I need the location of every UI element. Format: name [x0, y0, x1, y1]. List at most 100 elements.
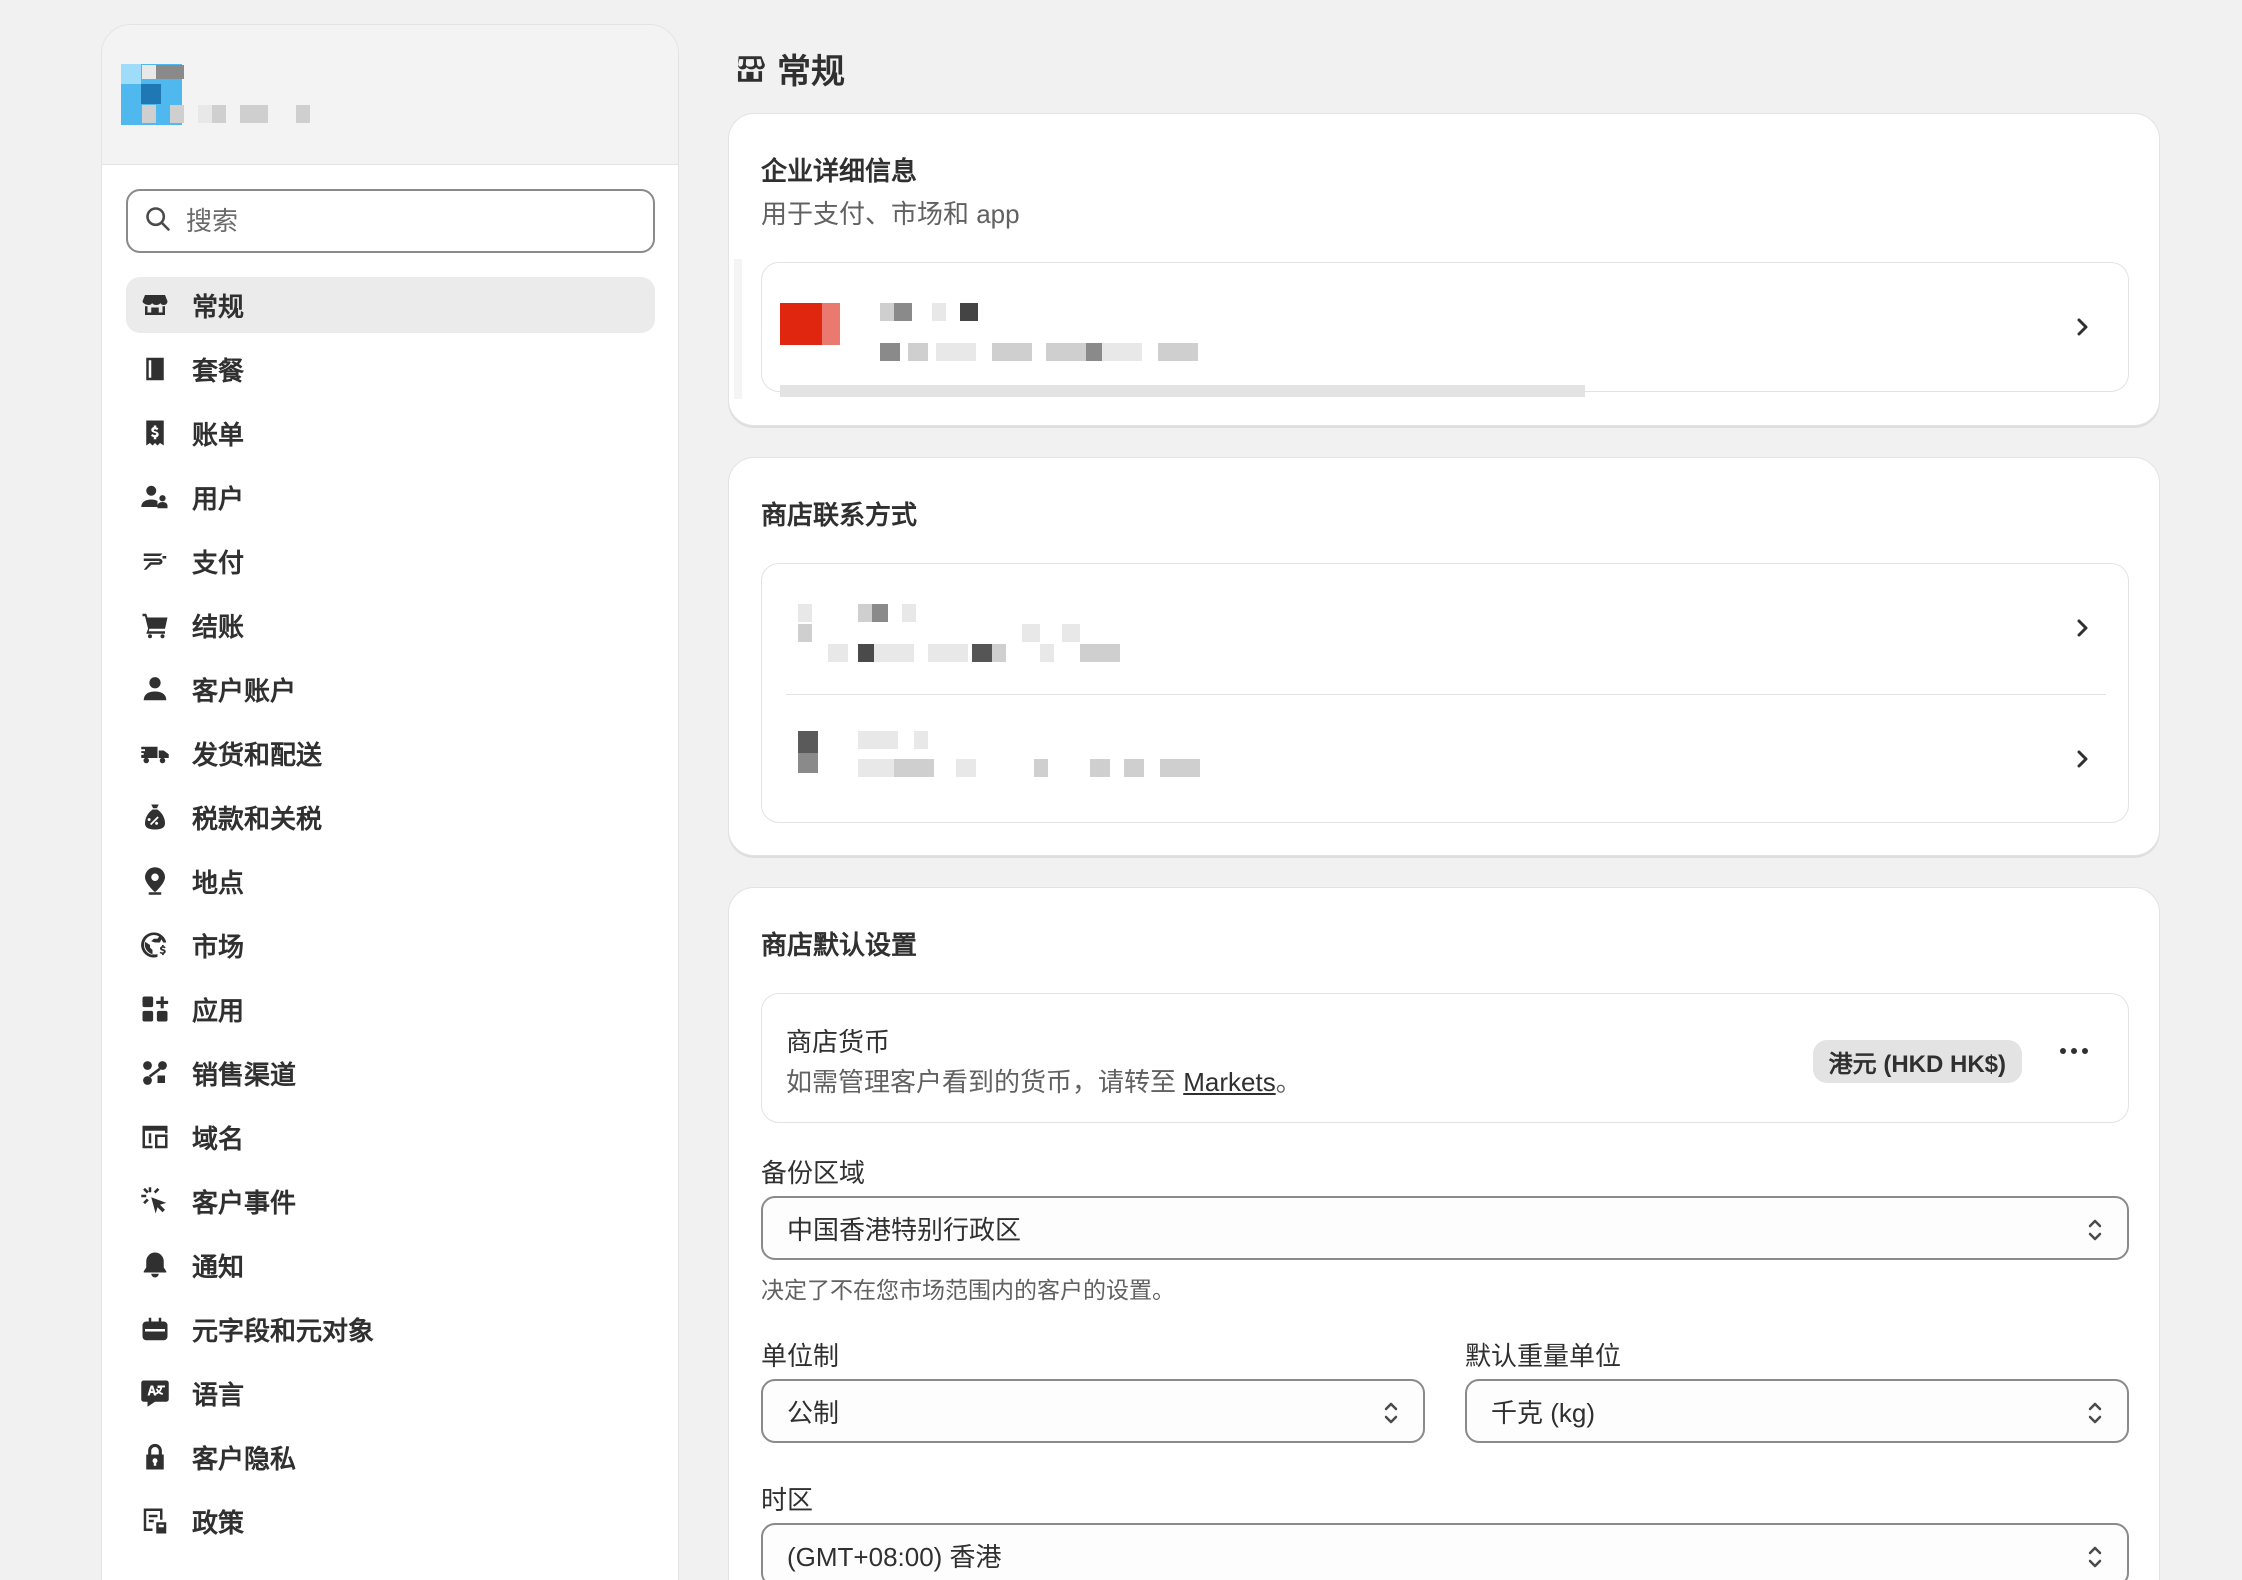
- store-header[interactable]: [102, 25, 678, 165]
- store-contact-title: 商店联系方式: [761, 500, 918, 530]
- weight-unit-label: 默认重量单位: [1465, 1341, 1622, 1371]
- domain-icon: [138, 1120, 172, 1154]
- sidebar-item-label: 通知: [192, 1251, 245, 1282]
- sidebar-item-sales-channels[interactable]: 销售渠道: [126, 1045, 655, 1101]
- sidebar-item-domains[interactable]: 域名: [126, 1109, 655, 1165]
- apps-grid-icon: [138, 992, 172, 1026]
- sidebar-item-checkout[interactable]: 结账: [126, 597, 655, 653]
- settings-search[interactable]: [126, 189, 655, 253]
- business-details-title: 企业详细信息: [761, 156, 918, 186]
- settings-sidebar: 常规 套餐 账单 用户 支付 结账 客户账户 发货和配送: [101, 24, 679, 1580]
- store-icon: [138, 288, 172, 322]
- sidebar-item-label: 语言: [192, 1379, 245, 1410]
- sidebar-item-markets[interactable]: 市场: [126, 917, 655, 973]
- unit-system-value: 公制: [787, 1397, 840, 1428]
- select-arrows-icon: [2085, 1216, 2105, 1244]
- location-pin-icon: [138, 864, 172, 898]
- unit-system-label: 单位制: [761, 1341, 840, 1371]
- sidebar-item-notifications[interactable]: 通知: [126, 1237, 655, 1293]
- backup-region-label: 备份区域: [761, 1158, 866, 1188]
- sidebar-item-users[interactable]: 用户: [126, 469, 655, 525]
- search-input[interactable]: [186, 205, 626, 237]
- sidebar-item-plan[interactable]: 套餐: [126, 341, 655, 397]
- sidebar-item-locations[interactable]: 地点: [126, 853, 655, 909]
- sidebar-item-general[interactable]: 常规: [126, 277, 655, 333]
- sidebar-item-label: 客户事件: [192, 1187, 297, 1218]
- markets-link[interactable]: Markets: [1183, 1067, 1275, 1097]
- sidebar-item-label: 销售渠道: [192, 1059, 297, 1090]
- bell-icon: [138, 1248, 172, 1282]
- sidebar-item-label: 用户: [192, 483, 245, 514]
- contact-row-phone[interactable]: [762, 695, 2128, 824]
- cursor-click-icon: [138, 1184, 172, 1218]
- unit-system-select[interactable]: 公制: [761, 1379, 1425, 1443]
- timezone-value: (GMT+08:00) 香港: [787, 1541, 1002, 1572]
- chevron-right-icon: [2070, 315, 2094, 339]
- weight-unit-select[interactable]: 千克 (kg): [1465, 1379, 2129, 1443]
- metafields-icon: [138, 1312, 172, 1346]
- sidebar-item-billing[interactable]: 账单: [126, 405, 655, 461]
- payment-hand-icon: [138, 544, 172, 578]
- chevron-right-icon: [2070, 616, 2094, 640]
- more-actions-icon[interactable]: [2060, 1048, 2088, 1054]
- sidebar-item-customer-accounts[interactable]: 客户账户: [126, 661, 655, 717]
- sidebar-item-label: 客户账户: [192, 675, 297, 706]
- page-title: 常规: [733, 44, 845, 93]
- business-details-subtitle: 用于支付、市场和 app: [761, 199, 1020, 229]
- currency-description-suffix: 。: [1275, 1067, 1302, 1097]
- currency-description: 如需管理客户看到的货币，请转至 Markets。: [786, 1062, 1302, 1099]
- currency-label: 商店货币: [786, 1027, 891, 1057]
- store-defaults-title: 商店默认设置: [761, 930, 918, 960]
- globe-dollar-icon: [138, 928, 172, 962]
- backup-region-select[interactable]: 中国香港特别行政区: [761, 1196, 2129, 1260]
- timezone-select[interactable]: (GMT+08:00) 香港: [761, 1523, 2129, 1580]
- backup-region-value: 中国香港特别行政区: [787, 1214, 1022, 1245]
- sidebar-item-label: 政策: [192, 1507, 245, 1538]
- store-defaults-card: 商店默认设置 商店货币 如需管理客户看到的货币，请转至 Markets。 港元 …: [728, 887, 2160, 1580]
- translate-icon: [138, 1376, 172, 1410]
- sidebar-item-label: 市场: [192, 931, 245, 962]
- weight-unit-value: 千克 (kg): [1491, 1397, 1596, 1428]
- select-arrows-icon: [2085, 1543, 2105, 1571]
- sidebar-item-metafields[interactable]: 元字段和元对象: [126, 1301, 655, 1357]
- contact-row-email[interactable]: [762, 564, 2128, 694]
- users-icon: [138, 480, 172, 514]
- sidebar-item-taxes[interactable]: 税款和关税: [126, 789, 655, 845]
- chevron-right-icon: [2070, 747, 2094, 771]
- sidebar-item-label: 发货和配送: [192, 739, 323, 770]
- sidebar-item-apps[interactable]: 应用: [126, 981, 655, 1037]
- receipt-dollar-icon: [138, 416, 172, 450]
- sidebar-item-label: 客户隐私: [192, 1443, 297, 1474]
- sidebar-item-label: 结账: [192, 611, 245, 642]
- policy-icon: [138, 1504, 172, 1538]
- business-details-card: 企业详细信息 用于支付、市场和 app: [728, 113, 2160, 426]
- settings-nav: 常规 套餐 账单 用户 支付 结账 客户账户 发货和配送 税款和关税 地点 市场…: [126, 277, 655, 1557]
- plan-icon: [138, 352, 172, 386]
- sidebar-item-label: 地点: [192, 867, 245, 898]
- sidebar-item-languages[interactable]: 语言: [126, 1365, 655, 1421]
- business-details-row[interactable]: [734, 259, 2129, 399]
- backup-region-help: 决定了不在您市场范围内的客户的设置。: [761, 1277, 1175, 1303]
- sidebar-item-label: 应用: [192, 995, 245, 1026]
- page-title-text: 常规: [777, 53, 845, 91]
- timezone-label: 时区: [761, 1485, 814, 1515]
- select-arrows-icon: [1381, 1399, 1401, 1427]
- sidebar-item-label: 账单: [192, 419, 245, 450]
- select-arrows-icon: [2085, 1399, 2105, 1427]
- sidebar-item-label: 支付: [192, 547, 245, 578]
- sidebar-item-shipping[interactable]: 发货和配送: [126, 725, 655, 781]
- store-contact-list: [761, 563, 2129, 823]
- sidebar-item-payments[interactable]: 支付: [126, 533, 655, 589]
- lock-icon: [138, 1440, 172, 1474]
- store-icon: [737, 55, 765, 82]
- sidebar-item-label: 域名: [192, 1123, 245, 1154]
- channels-icon: [138, 1056, 172, 1090]
- sidebar-item-label: 套餐: [192, 355, 245, 386]
- cart-icon: [138, 608, 172, 642]
- store-contact-card: 商店联系方式: [728, 457, 2160, 856]
- sidebar-item-customer-events[interactable]: 客户事件: [126, 1173, 655, 1229]
- sidebar-item-policies[interactable]: 政策: [126, 1493, 655, 1549]
- sidebar-item-privacy[interactable]: 客户隐私: [126, 1429, 655, 1485]
- currency-description-text: 如需管理客户看到的货币，请转至: [786, 1067, 1184, 1097]
- tax-bag-icon: [138, 800, 172, 834]
